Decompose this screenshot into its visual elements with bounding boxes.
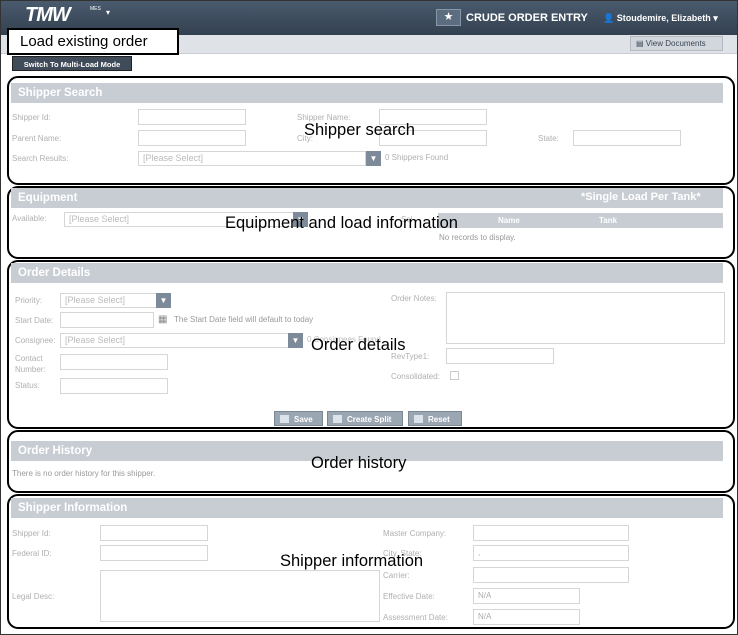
order-history-callout: Order history xyxy=(311,454,407,472)
page-title: CRUDE ORDER ENTRY xyxy=(466,12,588,24)
shipper-id-label: Shipper Id: xyxy=(12,113,51,122)
effective-date-value: N/A xyxy=(473,588,580,604)
order-notes-textarea[interactable] xyxy=(446,292,725,344)
consolidated-checkbox[interactable] xyxy=(450,371,459,380)
chevron-down-icon[interactable]: ▼ xyxy=(288,333,303,348)
view-documents-button[interactable]: ▤ View Documents xyxy=(630,36,723,51)
shipper-id-label: Shipper Id: xyxy=(12,529,51,538)
consignee-label: Consignee: xyxy=(15,336,56,345)
status-label: Status: xyxy=(15,381,40,390)
equipment-callout: Equipment and load information xyxy=(225,214,458,232)
calendar-icon[interactable]: ▦ xyxy=(158,314,167,325)
single-load-note: *Single Load Per Tank* xyxy=(581,191,701,203)
column-tank[interactable]: Tank xyxy=(599,213,617,228)
shipper-search-title: Shipper Search xyxy=(11,83,723,103)
reset-button[interactable]: Reset xyxy=(408,411,462,426)
parent-name-input[interactable] xyxy=(138,130,246,146)
shipper-id-input[interactable] xyxy=(138,109,246,125)
split-icon xyxy=(333,415,342,423)
order-history-empty: There is no order history for this shipp… xyxy=(12,469,156,478)
reset-label: Reset xyxy=(428,415,450,424)
shipper-info-callout: Shipper information xyxy=(280,552,424,570)
shipper-info-title: Shipper Information xyxy=(11,498,723,518)
revtype-input[interactable] xyxy=(446,348,554,364)
state-input[interactable] xyxy=(573,130,681,146)
contact-number-input[interactable] xyxy=(60,354,168,370)
start-date-input[interactable] xyxy=(60,312,154,328)
equipment-grid-header: Name Tank xyxy=(438,213,723,228)
legal-desc-label: Legal Desc: xyxy=(12,592,55,601)
save-button[interactable]: Save xyxy=(274,411,323,426)
carrier-value xyxy=(473,567,629,583)
carrier-label: Carrier: xyxy=(383,571,410,580)
user-menu[interactable]: 👤 Stoudemire, Elizabeth ▾ xyxy=(603,13,718,24)
priority-label: Priority: xyxy=(15,296,43,305)
state-label: State: xyxy=(538,134,559,143)
consignee-select[interactable]: [Please Select] xyxy=(60,333,289,348)
favorite-star-icon[interactable]: ★ xyxy=(436,9,461,26)
chevron-down-icon[interactable]: ▼ xyxy=(366,151,381,166)
start-date-label: Start Date: xyxy=(15,316,54,325)
order-details-callout: Order details xyxy=(311,336,406,354)
view-documents-label: View Documents xyxy=(645,39,706,48)
no-records-message: No records to display. xyxy=(439,233,516,242)
city-state-value: , xyxy=(473,545,629,561)
chevron-down-icon[interactable]: ▼ xyxy=(156,293,171,308)
master-company-label: Master Company: xyxy=(383,529,447,538)
assessment-date-value: N/A xyxy=(473,609,580,625)
federal-id-label: Federal ID: xyxy=(12,549,52,558)
shipper-id-value xyxy=(100,525,208,541)
save-label: Save xyxy=(294,415,313,424)
logo-sub: MES xyxy=(90,6,101,12)
search-results-select[interactable]: [Please Select] xyxy=(138,151,366,166)
logo-menu-caret-icon[interactable]: ▾ xyxy=(106,8,110,17)
parent-name-label: Parent Name: xyxy=(12,134,62,143)
column-name[interactable]: Name xyxy=(498,213,520,228)
reset-icon xyxy=(414,415,423,423)
available-label: Available: xyxy=(12,214,47,223)
contact-label-line2: Number: xyxy=(15,365,46,374)
create-split-label: Create Split xyxy=(347,415,392,424)
order-details-title: Order Details xyxy=(11,263,723,283)
assessment-date-label: Assessment Date: xyxy=(383,613,448,622)
tmw-logo[interactable]: TMW xyxy=(25,4,71,27)
priority-select[interactable]: [Please Select] xyxy=(60,293,157,308)
legal-desc-value xyxy=(100,570,380,622)
order-notes-label: Order Notes: xyxy=(391,294,437,303)
effective-date-label: Effective Date: xyxy=(383,592,435,601)
master-company-value xyxy=(473,525,629,541)
user-name: Stoudemire, Elizabeth xyxy=(616,13,711,23)
federal-id-value xyxy=(100,545,208,561)
consolidated-label: Consolidated: xyxy=(391,372,440,381)
shippers-found-count: 0 Shippers Found xyxy=(385,153,449,162)
contact-label-line1: Contact xyxy=(15,354,43,363)
status-input[interactable] xyxy=(60,378,168,394)
user-icon: 👤 xyxy=(603,13,615,23)
search-results-label: Search Results: xyxy=(12,154,69,163)
save-icon xyxy=(280,415,289,423)
load-existing-order-callout: Load existing order xyxy=(7,28,179,55)
chevron-down-icon: ▾ xyxy=(713,13,718,23)
document-icon: ▤ xyxy=(636,39,644,48)
switch-multi-load-button[interactable]: Switch To Multi-Load Mode xyxy=(12,56,132,71)
shipper-search-callout: Shipper search xyxy=(304,121,415,139)
create-split-button[interactable]: Create Split xyxy=(327,411,403,426)
start-date-note: The Start Date field will default to tod… xyxy=(174,315,314,324)
